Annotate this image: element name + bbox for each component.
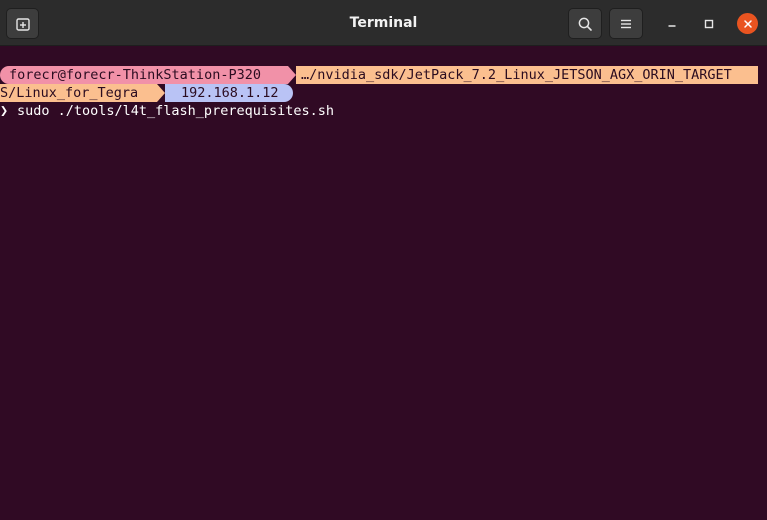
prompt-line-2: S/Linux_for_Tegra 192.168.1.12 — [0, 84, 767, 102]
menu-button[interactable] — [609, 8, 643, 39]
new-tab-icon — [15, 17, 30, 31]
title-bar: Terminal — [0, 0, 767, 46]
prompt-path-part-1: …/nvidia_sdk/JetPack_7.2_Linux_JETSON_AG… — [296, 66, 758, 84]
command-line: ❯ sudo ./tools/l4t_flash_prerequisites.s… — [0, 102, 767, 120]
prompt-line-1: forecr@forecr-ThinkStation-P320 …/nvidia… — [0, 66, 767, 84]
close-icon — [743, 19, 752, 28]
window-title: Terminal — [349, 15, 418, 31]
search-button[interactable] — [568, 8, 602, 39]
prompt-path-part-2: S/Linux_for_Tegra — [0, 84, 157, 102]
search-icon — [578, 17, 592, 31]
prompt-symbol: ❯ — [0, 103, 9, 119]
prompt-user-host: forecr@forecr-ThinkStation-P320 — [0, 66, 288, 84]
prompt-separator-arrow — [157, 84, 165, 102]
close-button[interactable] — [737, 13, 758, 34]
terminal-area[interactable]: forecr@forecr-ThinkStation-P320 …/nvidia… — [0, 46, 767, 520]
prompt-ip-address: 192.168.1.12 — [165, 84, 293, 102]
hamburger-menu-icon — [621, 19, 631, 28]
minimize-icon — [668, 25, 676, 27]
prompt-separator-arrow — [288, 66, 296, 84]
new-tab-button[interactable] — [6, 8, 39, 39]
command-text: sudo ./tools/l4t_flash_prerequisites.sh — [17, 103, 334, 119]
minimize-button[interactable] — [660, 12, 684, 36]
maximize-button[interactable] — [697, 12, 721, 36]
maximize-icon — [704, 19, 714, 29]
